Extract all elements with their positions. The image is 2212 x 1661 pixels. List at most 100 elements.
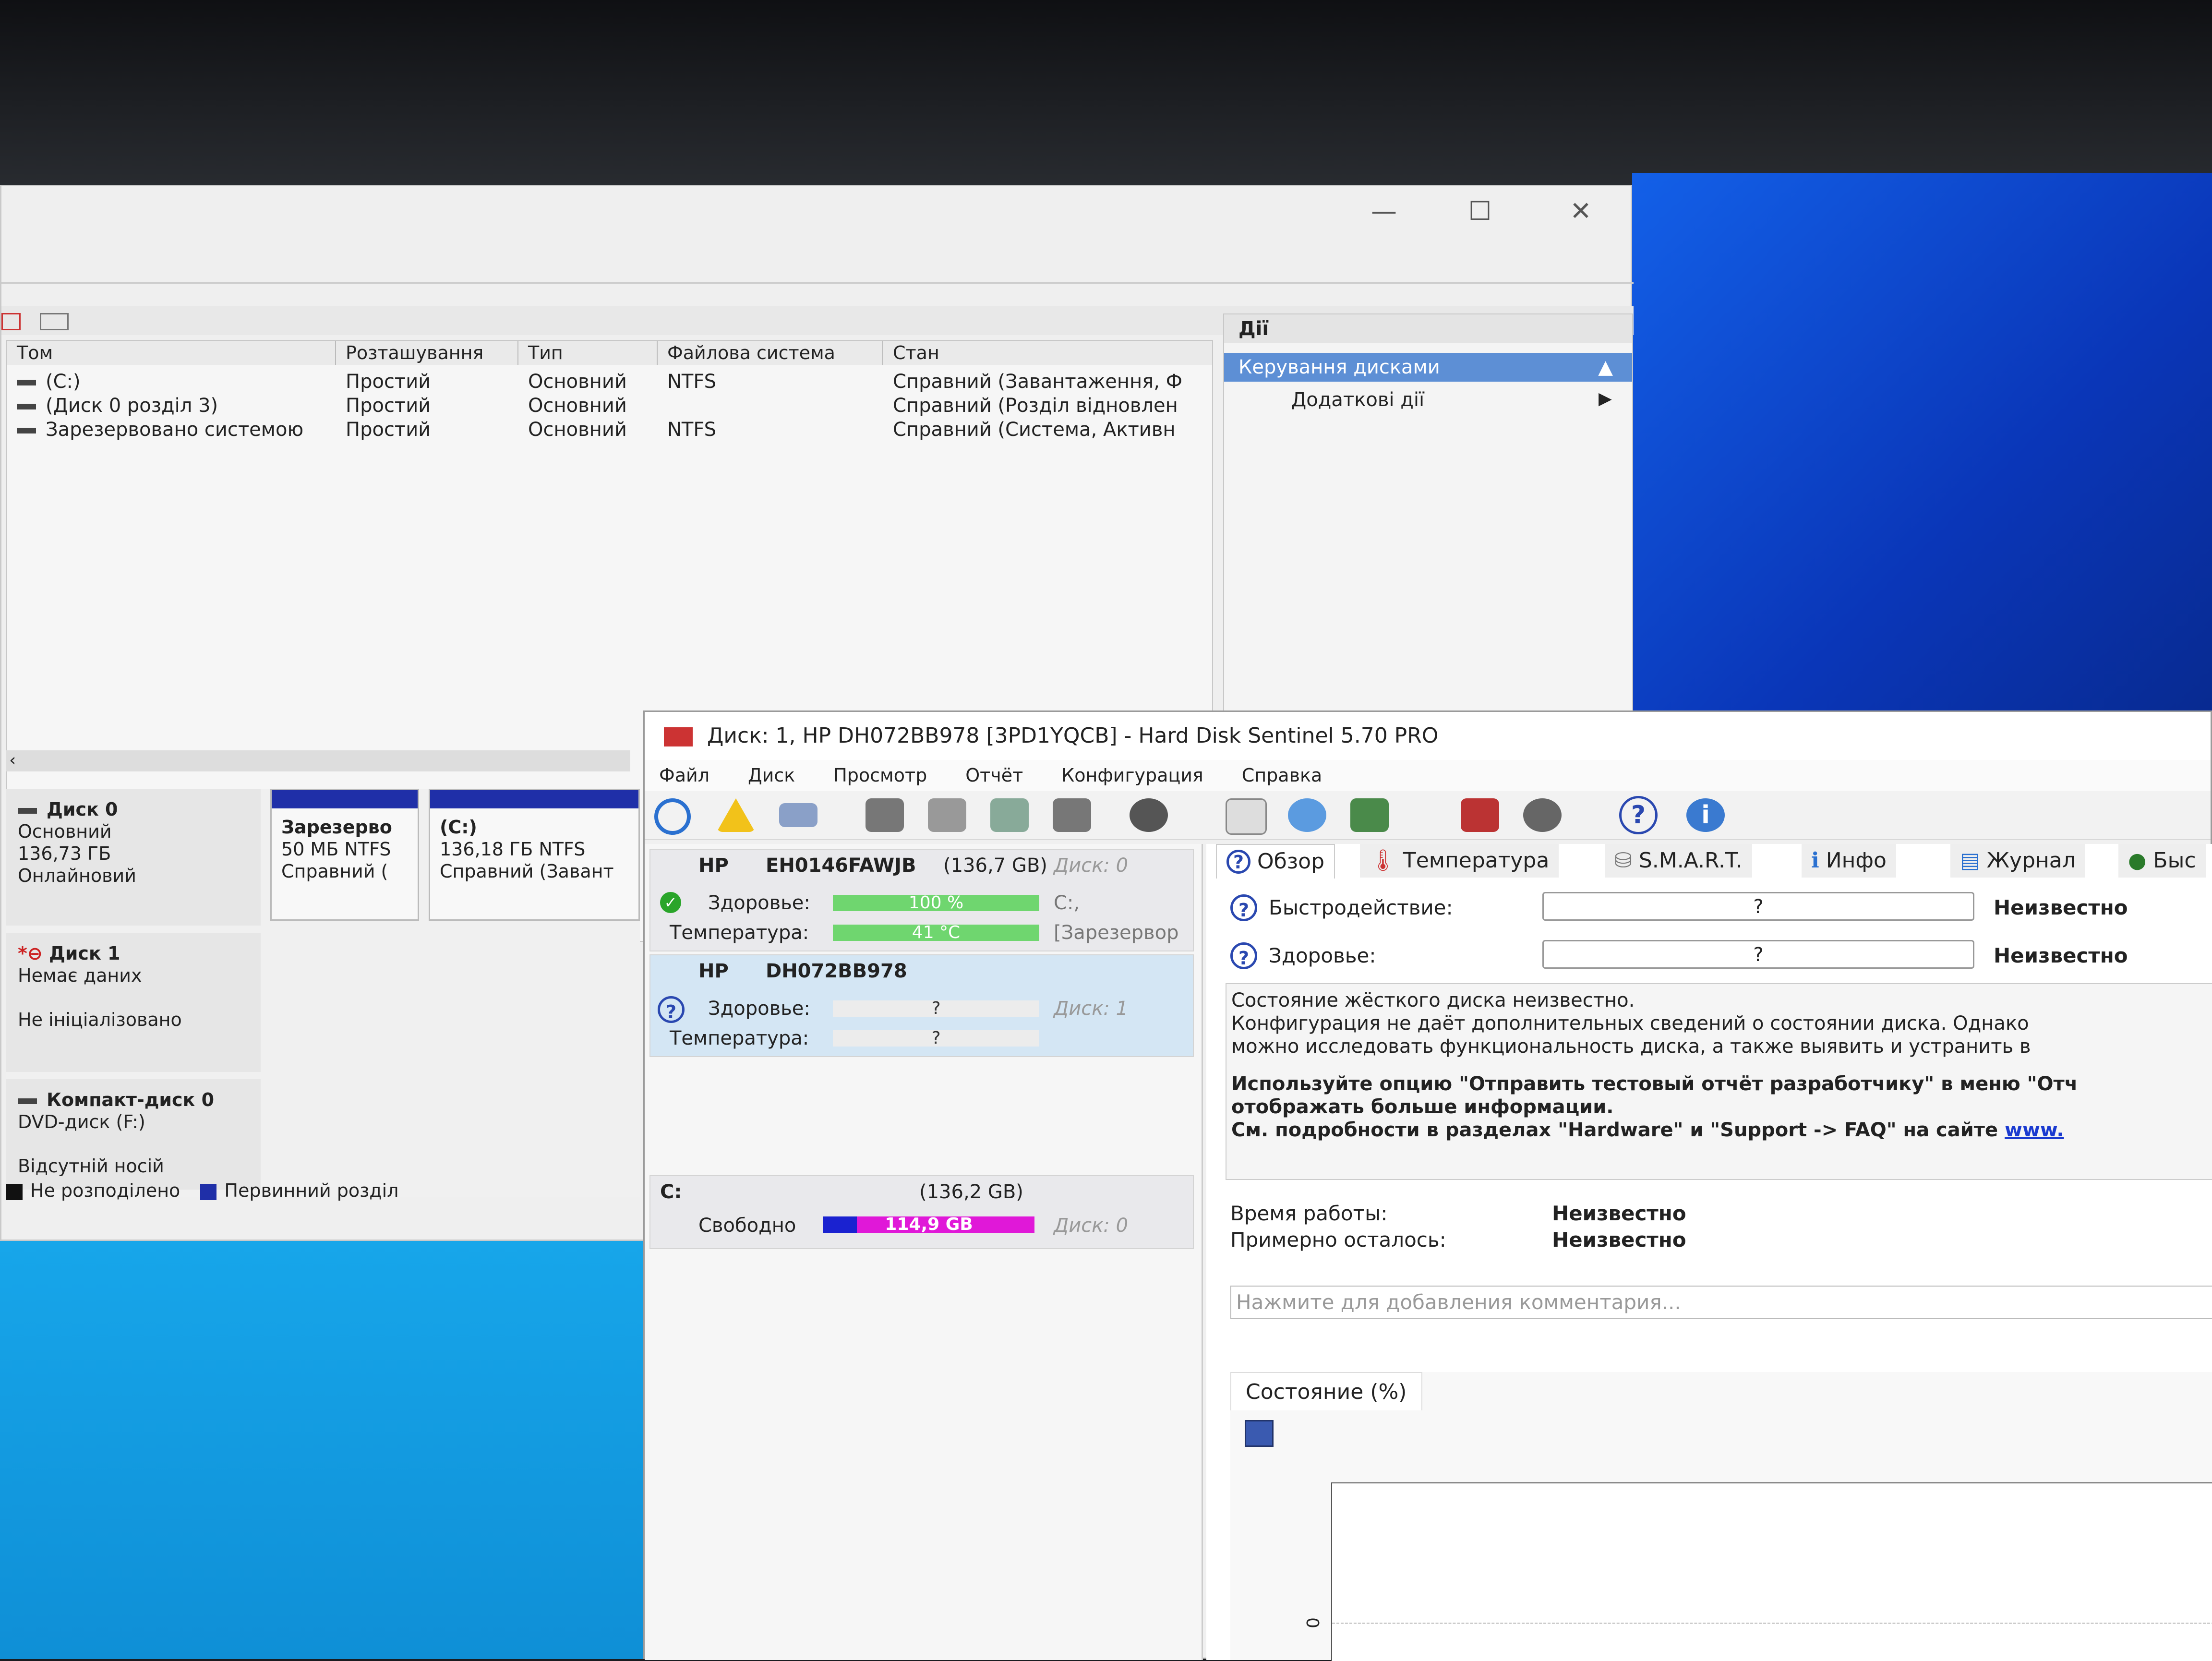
disk-surface-icon[interactable] <box>928 798 966 832</box>
col-header-status[interactable]: Стан <box>883 341 1212 365</box>
partition-title: Зарезерво <box>281 817 392 838</box>
tab-label: Температура <box>1403 848 1550 873</box>
action-more[interactable]: Додаткові дії <box>1291 389 1424 411</box>
partition-size: 136,18 ГБ NTFS <box>440 839 586 860</box>
cdrom-icon <box>18 1098 37 1104</box>
menu-report[interactable]: Отчёт <box>965 765 1023 786</box>
legend-swatch-primary <box>200 1183 217 1200</box>
col-header-layout[interactable]: Розташування <box>336 341 518 365</box>
table-row[interactable]: (Диск 0 розділ 3) Простий Основний Справ… <box>7 394 1212 418</box>
volume-status: Справний (Система, Активн <box>893 419 1176 441</box>
menu-help[interactable]: Справка <box>1242 765 1322 786</box>
tab-info[interactable]: ℹ Инфо <box>1802 844 1896 878</box>
horizontal-scrollbar[interactable]: ‹ <box>6 750 630 771</box>
close-button[interactable]: ✕ <box>1552 196 1610 226</box>
temperature-meter: ? <box>833 1030 1039 1047</box>
action-disk-management[interactable]: Керування дисками ▲ <box>1224 353 1632 382</box>
tab-log[interactable]: ▤ Журнал <box>1950 844 2085 878</box>
help-icon[interactable]: ? <box>1619 796 1658 834</box>
tab-overview[interactable]: ? Обзор <box>1216 844 1335 879</box>
disk-size: (136,7 GB) <box>943 855 1047 877</box>
save-icon[interactable] <box>1245 1420 1274 1447</box>
website-link[interactable]: www. <box>2005 1119 2064 1141</box>
speaker-icon[interactable] <box>1523 798 1562 832</box>
col-header-volume[interactable]: Том <box>7 341 336 365</box>
disk-icon <box>18 807 37 814</box>
disk-index: Диск: 0 <box>1054 855 1129 877</box>
disk-model: EH0146FAWJB <box>766 855 916 877</box>
minimize-button[interactable]: — <box>1355 196 1413 226</box>
tab-smart[interactable]: ⛁ S.M.A.R.T. <box>1605 844 1752 878</box>
health-label: Здоровье: <box>708 998 810 1020</box>
info-tab-icon: ℹ <box>1811 848 1819 873</box>
comment-field[interactable]: Нажмите для добавления комментария... <box>1230 1286 2212 1319</box>
refresh-icon[interactable] <box>654 798 691 835</box>
chart-icon[interactable] <box>1461 798 1499 832</box>
disk-0-label[interactable]: Диск 0 Основний 136,73 ГБ Онлайновий <box>6 789 261 926</box>
disk-check-icon[interactable] <box>990 798 1029 832</box>
disk-icon <box>17 380 36 385</box>
temperature-label: Температура: <box>670 922 809 944</box>
temperature-value: ? <box>931 1028 941 1048</box>
disk-size: 136,73 ГБ <box>18 843 111 864</box>
performance-icon: ● <box>2128 848 2147 873</box>
col-header-type[interactable]: Тип <box>518 341 658 365</box>
free-label: Свободно <box>698 1215 796 1237</box>
tab-performance[interactable]: ● Быс <box>2118 844 2206 878</box>
disk-state: Не ініціалізовано <box>18 1009 182 1030</box>
acoustic-icon[interactable] <box>1130 798 1168 832</box>
menu-configuration[interactable]: Конфигурация <box>1061 765 1203 786</box>
health-meter: 100 % <box>833 893 1039 913</box>
disk-1-label[interactable]: *⊖ Диск 1 Немає даних Не ініціалізовано <box>6 933 261 1072</box>
disk-icon[interactable] <box>779 803 817 827</box>
legend-swatch-unallocated <box>6 1183 23 1200</box>
tab-label: S.M.A.R.T. <box>1638 848 1743 873</box>
menu-file[interactable]: Файл <box>659 765 709 786</box>
scroll-left-icon[interactable]: ‹ <box>9 750 16 770</box>
collapse-icon[interactable]: ▲ <box>1598 353 1613 382</box>
partition-size: 50 МБ NTFS <box>281 839 391 860</box>
health-unknown-icon: ? <box>658 996 685 1023</box>
partition-bar <box>272 790 418 808</box>
volume-type: Основний <box>528 419 627 441</box>
disk-tool-icon[interactable] <box>1053 798 1091 832</box>
volume-layout: Простий <box>346 371 431 393</box>
menu-disk[interactable]: Диск <box>748 765 795 786</box>
info-icon[interactable]: i <box>1686 798 1725 832</box>
partition-reserved[interactable]: Зарезерво 50 МБ NTFS Справний ( <box>270 789 419 921</box>
alert-icon[interactable] <box>717 798 755 832</box>
maximize-button[interactable]: ☐ <box>1451 196 1509 226</box>
check-icon[interactable] <box>1 313 21 330</box>
menu-view[interactable]: Просмотр <box>833 765 927 786</box>
disk-test-icon[interactable] <box>866 798 904 832</box>
action-label: Керування дисками <box>1238 356 1440 378</box>
disk-0-card[interactable]: HP EH0146FAWJB (136,7 GB) Диск: 0 ✓ Здор… <box>649 849 1194 951</box>
temperature-icon: 🌡 <box>1370 848 1396 873</box>
chart-y-tick: 0 <box>1303 1617 1323 1628</box>
sync-icon[interactable] <box>1288 798 1326 832</box>
disk-1-card[interactable]: HP DH072BB978 ? Здоровье: ? Диск: 1 Темп… <box>649 954 1194 1057</box>
table-row[interactable]: (C:) Простий Основний NTFS Справний (Зав… <box>7 370 1212 394</box>
cdrom-0-label[interactable]: Компакт-диск 0 DVD-диск (F:) Відсутній н… <box>6 1079 261 1190</box>
tab-state-percent[interactable]: Состояние (%) <box>1230 1372 1422 1410</box>
divider <box>1 282 1634 284</box>
disk-type: Основний <box>18 821 112 842</box>
description-line: Состояние жёсткого диска неизвестно. <box>1231 989 1635 1011</box>
network-icon[interactable] <box>1350 798 1389 832</box>
partition-bar <box>430 790 638 808</box>
legend: Не розподілено Первинний розділ <box>6 1180 398 1201</box>
health-value: 100 % <box>908 893 964 913</box>
properties-icon[interactable] <box>40 313 69 330</box>
disk-icon <box>17 404 36 409</box>
partition-c[interactable]: (C:) 136,18 ГБ NTFS Справний (Завант <box>429 789 640 921</box>
volume-c-card[interactable]: C: (136,2 GB) Свободно 114,9 GB Диск: 0 <box>649 1175 1194 1249</box>
disk-vendor: HP <box>698 855 729 877</box>
col-header-filesystem[interactable]: Файлова система <box>658 341 883 365</box>
description-line: отображать больше информации. <box>1231 1096 1614 1118</box>
table-row[interactable]: Зарезервовано системою Простий Основний … <box>7 418 1212 442</box>
comment-placeholder: Нажмите для добавления комментария... <box>1236 1290 1681 1314</box>
tab-temperature[interactable]: 🌡 Температура <box>1360 844 1559 878</box>
legend-unallocated: Не розподілено <box>30 1180 180 1201</box>
hard-disk-sentinel-window: Диск: 1, HP DH072BB978 [3PD1YQCB] - Hard… <box>643 710 2212 1661</box>
report-icon[interactable] <box>1226 798 1267 835</box>
